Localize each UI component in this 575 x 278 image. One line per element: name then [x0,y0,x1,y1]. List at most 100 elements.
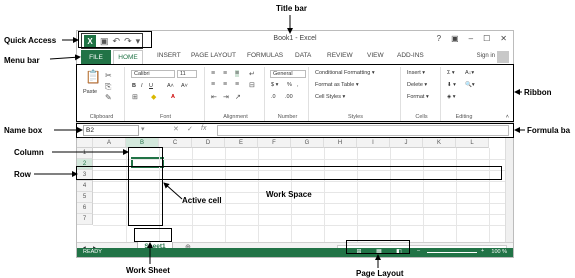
column-header[interactable]: B [126,138,159,148]
page-break-view-icon[interactable]: ◧ [393,248,405,257]
select-all-corner[interactable] [77,138,93,148]
currency-icon[interactable]: $ ▾ [271,82,278,88]
zoom-slider[interactable] [427,252,477,253]
grow-font-icon[interactable]: A˄ [167,83,174,89]
minimize-icon[interactable]: – [469,34,473,43]
column-gridline [423,148,424,242]
namebox-dropdown-icon[interactable]: ▾ [141,125,145,133]
align-right-icon[interactable]: ≡ [235,81,239,88]
tab-file[interactable]: FILE [81,50,111,65]
column-gridline [192,148,193,242]
borders-icon[interactable]: ⊞ [132,93,138,101]
tab-page-layout[interactable]: PAGE LAYOUT [191,52,236,59]
column-header[interactable]: A [93,138,126,148]
sign-in-link[interactable]: Sign in [477,53,495,59]
cell-styles-button[interactable]: Cell Styles ▾ [315,94,345,100]
font-color-icon[interactable]: A [171,94,175,100]
normal-view-icon[interactable]: ⊞ [353,248,365,257]
format-painter-icon[interactable]: ✎ [105,93,112,102]
column-header[interactable]: I [357,138,390,148]
fx-icon[interactable]: fx [201,125,206,132]
vertical-scrollbar[interactable] [505,138,513,242]
column-header[interactable]: K [423,138,456,148]
ribbon-display-icon[interactable]: ▣ [451,34,459,43]
format-cells-button[interactable]: Format ▾ [407,94,429,100]
enter-icon[interactable]: ✓ [187,125,193,133]
merge-icon[interactable]: ⊟ [249,81,255,89]
comma-icon[interactable]: , [297,82,299,88]
column-header[interactable]: F [258,138,291,148]
wrap-text-icon[interactable]: ↵ [249,70,255,78]
fill-color-icon[interactable]: ◆ [151,93,156,101]
column-header[interactable]: H [324,138,357,148]
name-box[interactable]: B2 [83,125,139,136]
orientation-icon[interactable]: ↗ [235,93,241,101]
paste-button[interactable]: Paste [83,89,97,95]
column-gridline [456,148,457,242]
format-as-table-button[interactable]: Format as Table ▾ [315,82,359,88]
zoom-out-icon[interactable]: – [417,248,420,254]
column-header[interactable]: G [291,138,324,148]
align-center-icon[interactable]: ≡ [223,81,227,88]
cancel-icon[interactable]: ✕ [173,125,179,133]
sort-filter-icon[interactable]: A↓▾ [465,70,474,76]
font-name-select[interactable]: Calibri [131,70,175,78]
tab-add-ins[interactable]: ADD-INS [397,52,424,59]
tab-formulas[interactable]: FORMULAS [247,52,283,59]
row-header[interactable]: 5 [77,192,93,203]
delete-cells-button[interactable]: Delete ▾ [407,82,427,88]
zoom-in-icon[interactable]: + [481,248,484,254]
font-size-select[interactable]: 11 [177,70,197,78]
column-header[interactable]: C [159,138,192,148]
row-gridline [93,159,505,160]
row-header[interactable]: 3 [77,170,93,181]
italic-icon[interactable]: I [141,83,143,89]
find-select-icon[interactable]: 🔍▾ [465,82,475,88]
row-header[interactable]: 6 [77,203,93,214]
row-header[interactable]: 1 [77,148,93,159]
tab-view[interactable]: VIEW [367,52,384,59]
collapse-ribbon-icon[interactable]: ˄ [506,114,509,120]
formula-input[interactable] [217,125,509,136]
autosum-icon[interactable]: Σ ▾ [447,70,455,76]
row-header[interactable]: 7 [77,214,93,225]
row-header[interactable]: 2 [77,159,93,170]
align-middle-icon[interactable]: ≡ [223,70,227,77]
decrease-decimal-icon[interactable]: .00 [285,94,293,100]
column-header[interactable]: L [456,138,489,148]
tab-data[interactable]: DATA [295,52,311,59]
status-ready: READY [83,249,102,255]
tab-insert[interactable]: INSERT [157,52,181,59]
row-header[interactable]: 4 [77,181,93,192]
cut-icon[interactable]: ✂ [105,71,112,80]
alignment-label: Alignment [223,114,248,120]
conditional-formatting-button[interactable]: Conditional Formatting ▾ [315,70,375,76]
tab-review[interactable]: REVIEW [327,52,353,59]
column-header[interactable]: D [192,138,225,148]
page-layout-view-icon[interactable]: ▦ [373,248,385,257]
number-format-select[interactable]: General [270,70,306,78]
copy-icon[interactable]: ⎘ [105,82,111,92]
align-left-icon[interactable]: ≡ [211,81,215,88]
fill-icon[interactable]: ⬇ ▾ [447,82,456,88]
decrease-indent-icon[interactable]: ⇤ [211,93,217,101]
bold-icon[interactable]: B [132,83,136,89]
increase-decimal-icon[interactable]: .0 [271,94,276,100]
help-icon[interactable]: ? [437,34,441,43]
tab-home[interactable]: HOME [113,50,143,65]
align-bottom-icon[interactable]: ≡ [235,70,240,77]
underline-icon[interactable]: U [149,83,153,89]
clipboard-icon[interactable]: 📋 [85,69,101,85]
shrink-font-icon[interactable]: A˅ [181,83,188,89]
insert-cells-button[interactable]: Insert ▾ [407,70,425,76]
align-top-icon[interactable]: ≡ [211,70,215,77]
close-icon[interactable]: ✕ [500,34,507,43]
column-header[interactable]: E [225,138,258,148]
styles-label: Styles [348,114,363,120]
percent-icon[interactable]: % [287,82,292,88]
clear-icon[interactable]: ◈ ▾ [447,94,456,100]
column-header[interactable]: J [390,138,423,148]
increase-indent-icon[interactable]: ⇥ [223,93,229,101]
avatar[interactable] [497,51,509,63]
maximize-icon[interactable]: ☐ [483,34,490,43]
